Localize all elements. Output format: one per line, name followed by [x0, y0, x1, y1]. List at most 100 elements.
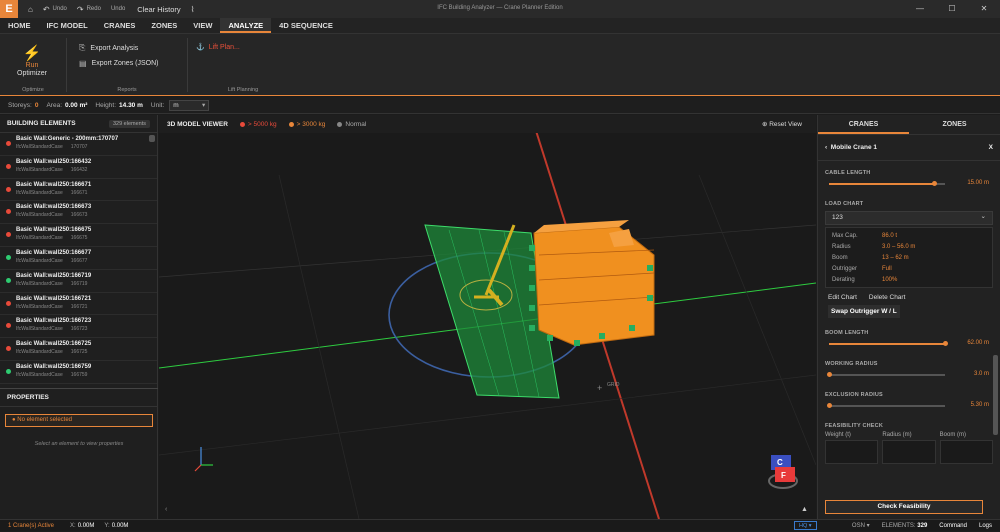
edit-chart-button[interactable]: Edit Chart [828, 294, 857, 301]
undo-button[interactable]: ↶ Undo [43, 5, 67, 14]
element-name: Basic Wall:Generic - 200mm:170707 [16, 136, 119, 142]
delete-chart-button[interactable]: Delete Chart [869, 294, 906, 301]
status-dot [6, 368, 11, 374]
redo-button[interactable]: ↷ Redo [77, 5, 101, 14]
element-row[interactable]: Basic Wall:wall250:166673 IfcWallStandard… [0, 201, 157, 225]
clear-history-button[interactable]: Clear History [137, 5, 180, 14]
osn-dropdown[interactable]: OSN ▾ [852, 520, 870, 532]
element-meta: IfcWallStandardCase 166725 [16, 349, 88, 356]
chart-row: Boom 13 – 62 m [832, 254, 909, 261]
lift-planning-label: Lift Planning [227, 87, 259, 93]
working-radius-slider[interactable]: 3.0 m [825, 370, 993, 380]
working-radius-section: WORKING RADIUS 3.0 m [818, 361, 1000, 380]
right-panel-scrollbar[interactable] [993, 355, 998, 435]
menu-4d-sequence[interactable]: 4D SEQUENCE [271, 18, 341, 33]
area-value: 0.00 m² [65, 101, 88, 109]
unit-select[interactable]: m [169, 99, 210, 111]
home-icon[interactable]: ⌂ [28, 5, 33, 14]
svg-text:F: F [781, 471, 786, 480]
reset-view-button[interactable]: ⊕ Reset View [762, 120, 802, 128]
command-button[interactable]: Command [939, 520, 967, 532]
legend-medium: > 3000 kg [288, 121, 325, 128]
cable-length-slider[interactable]: 15.00 m [825, 179, 993, 189]
tab-zones[interactable]: ZONES [909, 115, 1000, 134]
load-chart-table: Max Cap. 86.0 t Radius 3.0 – 56.0 m Boom 13 –… [825, 227, 993, 288]
viewer-title: 3D MODEL VIEWER [167, 120, 228, 128]
close-icon[interactable]: ✕ [968, 0, 1000, 18]
menu-cranes[interactable]: CRANES [96, 18, 144, 33]
export-analysis-button[interactable]: ⎘ Export Analysis [79, 43, 138, 53]
maximize-icon[interactable]: ☐ [936, 0, 968, 18]
feasibility-section: FEASIBILITY CHECK [825, 423, 883, 429]
element-meta: IfcWallStandardCase 170707 [16, 144, 88, 150]
menu-view[interactable]: VIEW [185, 18, 220, 33]
storeys-value: 0 [34, 101, 39, 109]
reports-group-label: Reports [117, 87, 137, 93]
status-bar: 1 Crane(s) Active X: 0.00M Y: 0.00M HQ ▾ O… [0, 519, 1000, 531]
menu-analyze[interactable]: ANALYZE [220, 18, 272, 33]
menu-ifc-model[interactable]: IFC MODEL [39, 18, 96, 33]
weight-input[interactable] [825, 440, 879, 464]
element-row[interactable]: Basic Wall:wall250:166677 IfcWallStandard… [0, 247, 157, 270]
status-dot [6, 346, 11, 352]
viewport-canvas[interactable]: GRID + C F ‹ ▲ [159, 115, 816, 519]
element-name: Basic Wall:wall250:166677 [16, 249, 92, 256]
element-meta: IfcWallStandardCase 166675 [16, 235, 88, 242]
element-meta: IfcWallStandardCase 166673 [16, 212, 88, 219]
cursor-crosshair: + [597, 383, 602, 393]
close-crane-icon[interactable]: X [989, 144, 993, 151]
undo-icon: ↶ [42, 4, 50, 14]
element-name: Basic Wall:wall250:166671 [16, 181, 92, 188]
element-row[interactable]: Basic Wall:wall250:166675 IfcWallStandard… [0, 224, 157, 247]
scroll-right-icon: ▲ [801, 506, 808, 513]
crane-name: Mobile Crane 1 [830, 144, 878, 151]
attach-icon[interactable]: ⌇ [191, 5, 195, 14]
exclusion-radius-slider[interactable]: 5.30 m [825, 401, 993, 411]
properties-hint: Select an element to view properties [34, 441, 124, 447]
menu-bar: HOME IFC MODEL CRANES ZONES VIEW ANALYZE… [0, 18, 1000, 34]
boom-input[interactable] [939, 440, 993, 464]
left-panel: BUILDING ELEMENTS 329 elements Basic Wal… [0, 115, 158, 519]
element-name: Basic Wall:wall250:166673 [16, 204, 92, 211]
element-row[interactable]: Basic Wall:wall250:166671 IfcWallStandard… [0, 179, 157, 202]
minimize-icon[interactable]: — [904, 0, 936, 18]
element-meta: IfcWallStandardCase 166671 [16, 189, 88, 196]
element-meta: IfcWallStandardCase 166432 [16, 166, 88, 173]
element-row[interactable]: Basic Wall:wall250:166759 IfcWallStandard… [0, 361, 157, 384]
check-feasibility-button[interactable]: Check Feasibility [825, 500, 983, 514]
no-selection-notice: ● No element selected [5, 414, 153, 427]
element-row[interactable]: Basic Wall:wall250:166432 IfcWallStandard… [0, 156, 157, 179]
hq-dropdown[interactable]: HQ ▾ [794, 521, 817, 530]
boom-length-slider[interactable]: 62.00 m [825, 339, 993, 349]
lift-plan-button[interactable]: ⚓ Lift Plan... [196, 43, 240, 52]
element-row[interactable]: Basic Wall:Generic - 200mm:170707 IfcWall… [0, 133, 157, 156]
crane-header: ‹ Mobile Crane 1 X [818, 135, 1000, 161]
element-row[interactable]: Basic Wall:wall250:166719 IfcWallStandard… [0, 270, 157, 293]
building-elements-header: BUILDING ELEMENTS 329 elements [0, 115, 157, 133]
element-count-badge: 329 elements [108, 119, 150, 128]
export-zones-button[interactable]: ▤ Export Zones (JSON) [79, 59, 158, 68]
menu-zones[interactable]: ZONES [143, 18, 185, 33]
optimize-group: ⚡ Run Optimizer Optimize [0, 34, 66, 96]
element-row[interactable]: Basic Wall:wall250:166723 IfcWallStandard… [0, 315, 157, 339]
load-chart-select[interactable]: 123 [825, 211, 993, 225]
model-viewer[interactable]: GRID + C F ‹ ▲ 3D MODEL VIEWER > 5000 kg… [159, 115, 816, 519]
radius-input[interactable] [882, 440, 936, 464]
element-row[interactable]: Basic Wall:wall250:166725 IfcWallStandard… [0, 338, 157, 361]
swap-outrigger-button[interactable]: Swap Outrigger W / L [828, 305, 900, 318]
redo-icon: ↷ [76, 4, 84, 14]
chart-row: Radius 3.0 – 56.0 m [832, 243, 916, 250]
info-bar: Storeys: 0 Area: 0.00 m² Height: 14.30 m Un… [0, 97, 1000, 114]
undo-secondary-button[interactable]: Undo [111, 6, 125, 12]
exclusion-radius-section: EXCLUSION RADIUS 5.30 m [818, 392, 1000, 411]
tab-cranes[interactable]: CRANES [818, 115, 909, 134]
boom-length-section: BOOM LENGTH 62.00 m [818, 330, 1000, 349]
legend-normal: Normal [337, 121, 366, 128]
run-optimizer-button[interactable]: ⚡ Run Optimizer [14, 46, 50, 78]
element-row[interactable]: Basic Wall:wall250:166721 IfcWallStandard… [0, 293, 157, 316]
menu-home[interactable]: HOME [0, 18, 39, 33]
element-list[interactable]: Basic Wall:Generic - 200mm:170707 IfcWall… [0, 133, 157, 387]
logs-button[interactable]: Logs [979, 520, 992, 532]
right-panel: CRANES ZONES ‹ Mobile Crane 1 X CABLE LE… [817, 115, 1000, 519]
optimize-group-label: Optimize [22, 87, 44, 93]
